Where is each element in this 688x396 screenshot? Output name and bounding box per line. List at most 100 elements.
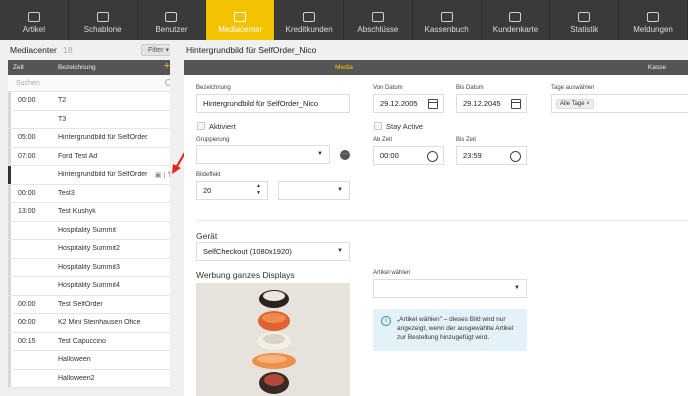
list-item[interactable]: Hospitality Summit4: [8, 277, 178, 296]
tab-media[interactable]: Media: [184, 60, 504, 75]
artikel-info-box: i „Artikel wählen" – dieses Bild wird nu…: [373, 309, 527, 351]
column-bezeichnung: Bezeichnung: [58, 64, 96, 71]
book-icon: [440, 12, 453, 22]
row-bezeichnung: Hospitality Summit4: [58, 282, 120, 290]
nav-item-benutzer[interactable]: Benutzer: [138, 0, 207, 40]
row-indicator: [8, 351, 11, 369]
sidebar-scrollbar[interactable]: [170, 40, 178, 396]
list-item[interactable]: 13:00 Test Kushyk: [8, 203, 178, 222]
nav-item-label: Kreditkunden: [285, 25, 333, 34]
search-placeholder: Suchen: [16, 79, 40, 87]
von-datum-label: Von Datum: [373, 85, 403, 91]
item-count: 18: [63, 45, 73, 55]
chart-icon: [578, 12, 591, 22]
von-datum-field[interactable]: 29.12.2005: [373, 94, 444, 113]
artikel-select[interactable]: ▼: [373, 279, 527, 298]
template-icon: [96, 12, 109, 22]
ab-zeit-field[interactable]: 00:00: [373, 146, 444, 165]
tage-label: Tage auswählen: [551, 85, 595, 91]
tab-kasse[interactable]: Kasse: [504, 60, 688, 75]
nav-item-kassenbuch[interactable]: Kassenbuch: [413, 0, 482, 40]
list-item[interactable]: Halloween2: [8, 369, 178, 388]
aktiviert-label: Aktiviert: [209, 122, 236, 131]
nav-item-kundenkarte[interactable]: Kundenkarte: [482, 0, 551, 40]
calendar-icon[interactable]: [428, 99, 438, 109]
werbung-image[interactable]: [196, 283, 350, 396]
list-item[interactable]: 00:00 Test SelfOrder: [8, 295, 178, 314]
list-item[interactable]: 07:00 Ford Test Ad: [8, 147, 178, 166]
credit-card-icon: [303, 12, 316, 22]
row-indicator: [8, 240, 11, 258]
aktiviert-checkbox[interactable]: [197, 122, 205, 130]
clock-icon[interactable]: [427, 150, 438, 162]
chevron-down-icon: ▼: [317, 151, 323, 157]
stay-active-checkbox[interactable]: [374, 122, 382, 130]
bis-zeit-value: 23:59: [463, 151, 482, 160]
nav-item-schablone[interactable]: Schablone: [69, 0, 138, 40]
list-item[interactable]: Hospitality Summit2: [8, 240, 178, 259]
clock-icon[interactable]: [510, 150, 521, 162]
list-item[interactable]: 00:00 T2: [8, 92, 178, 111]
row-zeit: 00:00: [18, 319, 36, 327]
list-item[interactable]: T3: [8, 110, 178, 129]
stepper-arrows-icon[interactable]: ▲ ▼: [256, 183, 261, 197]
row-zeit: 00:15: [18, 337, 36, 345]
chevron-down-icon: ▾: [165, 47, 169, 54]
row-indicator: [8, 258, 11, 276]
nav-item-artikel[interactable]: Artikel: [0, 0, 69, 40]
more-options-icon[interactable]: ···: [340, 150, 350, 160]
bezeichnung-field[interactable]: Hintergrundbild für SelfOrder_Nico: [196, 94, 350, 113]
alle-tage-tag[interactable]: Alle Tage ×: [556, 98, 594, 109]
list-item[interactable]: Hospitality Summit3: [8, 258, 178, 277]
list-item[interactable]: Hospitality Summit: [8, 221, 178, 240]
search-input[interactable]: Suchen: [8, 75, 178, 92]
list-item[interactable]: 00:15 Test Capuccino: [8, 332, 178, 351]
users-icon: [165, 12, 178, 22]
calendar-icon[interactable]: [511, 99, 521, 109]
list-item[interactable]: 05:00 Hintergrundbild für SelfOrder: [8, 129, 178, 148]
geraet-label: Gerät: [196, 231, 218, 241]
list-item[interactable]: Hintergrundbild für SelfOrder ▣ | 🗑: [8, 166, 178, 185]
bis-zeit-field[interactable]: 23:59: [456, 146, 527, 165]
editor-tabs: Media Kasse: [184, 60, 688, 75]
row-zeit: 00:00: [18, 300, 36, 308]
row-bezeichnung: Hintergrundbild für SelfOrder: [58, 134, 148, 142]
bis-datum-label: Bis Datum: [456, 85, 484, 91]
nav-item-kreditkunden[interactable]: Kreditkunden: [275, 0, 344, 40]
nav-item-meldungen[interactable]: Meldungen: [619, 0, 688, 40]
list-item[interactable]: Halloween: [8, 351, 178, 370]
sidebar-header: Mediacenter 18 Filter ▾: [8, 40, 178, 60]
row-indicator: [8, 221, 11, 239]
monitor-icon: [234, 12, 247, 22]
remove-icon[interactable]: ×: [586, 101, 590, 107]
divider: [196, 220, 688, 221]
nav-item-mediacenter[interactable]: Mediacenter: [206, 0, 276, 40]
bildeffekt-select[interactable]: ▼: [278, 181, 350, 200]
bildeffekt-stepper[interactable]: 20 ▲ ▼: [196, 181, 268, 200]
row-bezeichnung: Test Capuccino: [58, 337, 106, 345]
top-navigation: Artikel Schablone Benutzer Mediacenter Kredi…: [0, 0, 688, 40]
list-item[interactable]: 00:00 K2 Mini Steinhausen Ofice: [8, 314, 178, 333]
geraet-select[interactable]: SelfCheckout (1080x1920) ▼: [196, 242, 350, 261]
gruppierung-select[interactable]: ▼: [196, 145, 330, 164]
bis-datum-field[interactable]: 29.12.2045: [456, 94, 527, 113]
nav-item-label: Statistik: [570, 25, 599, 34]
row-bezeichnung: K2 Mini Steinhausen Ofice: [58, 319, 141, 327]
chevron-down-icon: ▼: [514, 285, 520, 291]
nav-item-label: Artikel: [22, 25, 46, 34]
nav-item-abschlüsse[interactable]: Abschlüsse: [344, 0, 413, 40]
row-bezeichnung: Test Kushyk: [58, 208, 96, 216]
bis-datum-value: 29.12.2045: [463, 99, 501, 108]
media-form: Bezeichnung Hintergrundbild für SelfOrde…: [184, 75, 688, 396]
nav-item-label: Abschlüsse: [357, 25, 399, 34]
info-icon: i: [381, 316, 391, 326]
filter-label: Filter: [147, 47, 164, 54]
row-indicator: [8, 369, 11, 387]
info-text: „Artikel wählen" – dieses Bild wird nur …: [397, 316, 514, 341]
row-indicator: [8, 110, 11, 128]
row-bezeichnung: T3: [58, 115, 67, 123]
row-bezeichnung: Halloween2: [58, 374, 95, 382]
nav-item-statistik[interactable]: Statistik: [550, 0, 620, 40]
tage-select[interactable]: Alle Tage ×: [551, 94, 688, 113]
list-item[interactable]: 00:00 Test3: [8, 184, 178, 203]
